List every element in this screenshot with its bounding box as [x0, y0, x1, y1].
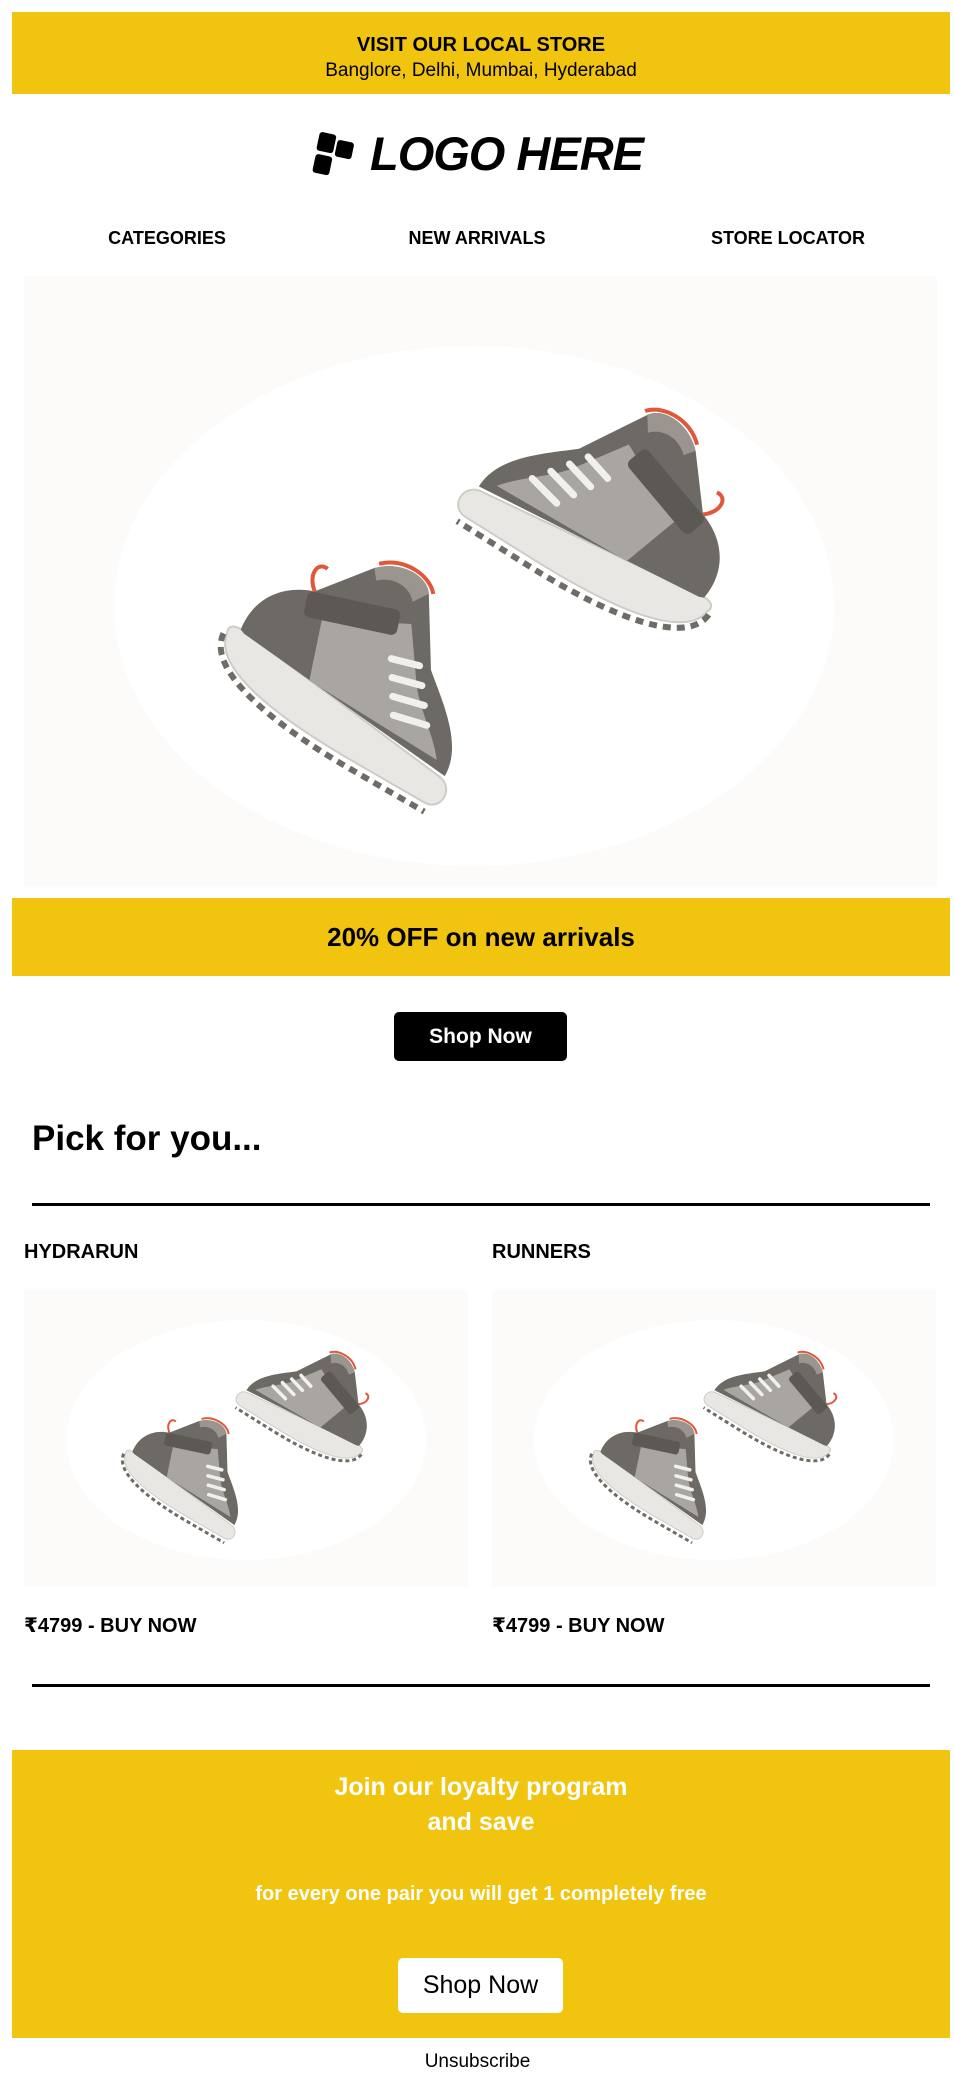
loyalty-headline-line1: Join our loyalty program	[334, 1773, 628, 1801]
store-banner-cities: Banglore, Delhi, Mumbai, Hyderabad	[325, 60, 637, 81]
product-image[interactable]	[24, 1290, 468, 1586]
top-banner: VISIT OUR LOCAL STORE Banglore, Delhi, M…	[12, 12, 950, 94]
product-name: HYDRARUN	[24, 1241, 139, 1263]
loyalty-subtext: for every one pair you will get 1 comple…	[255, 1883, 707, 1905]
sneakers-photo	[114, 276, 834, 866]
nav-categories[interactable]: CATEGORIES	[108, 228, 226, 249]
loyalty-shop-now-button[interactable]: Shop Now	[398, 1958, 563, 2013]
shop-now-button[interactable]: Shop Now	[394, 1012, 567, 1061]
loyalty-headline: Join our loyalty program and save	[12, 1770, 950, 1840]
hero-image[interactable]	[24, 276, 937, 886]
product-buy-link[interactable]: ₹4799 - BUY NOW	[492, 1614, 664, 1638]
logo-text: LOGO HERE	[369, 127, 644, 180]
main-nav: CATEGORIES NEW ARRIVALS STORE LOCATOR	[0, 228, 955, 252]
logo[interactable]: LOGO HERE	[0, 128, 955, 180]
unsubscribe-link[interactable]: Unsubscribe	[0, 2050, 955, 2074]
sneakers-thumbnail	[66, 1316, 426, 1560]
divider	[32, 1203, 930, 1206]
promo-text: 20% OFF on new arrivals	[327, 922, 635, 952]
sneakers-thumbnail	[534, 1316, 894, 1560]
nav-store-locator[interactable]: STORE LOCATOR	[711, 228, 865, 249]
divider	[32, 1684, 930, 1687]
product-buy-link[interactable]: ₹4799 - BUY NOW	[24, 1614, 196, 1638]
logo-mark-icon	[312, 132, 354, 176]
loyalty-headline-line2: and save	[427, 1808, 535, 1836]
loyalty-banner: Join our loyalty program and save for ev…	[12, 1750, 950, 2038]
promo-banner: 20% OFF on new arrivals	[12, 898, 950, 976]
picks-title: Pick for you...	[32, 1119, 262, 1158]
nav-new-arrivals[interactable]: NEW ARRIVALS	[409, 228, 546, 249]
product-image[interactable]	[492, 1290, 936, 1586]
product-name: RUNNERS	[492, 1241, 591, 1263]
store-banner-title: VISIT OUR LOCAL STORE	[356, 34, 606, 56]
